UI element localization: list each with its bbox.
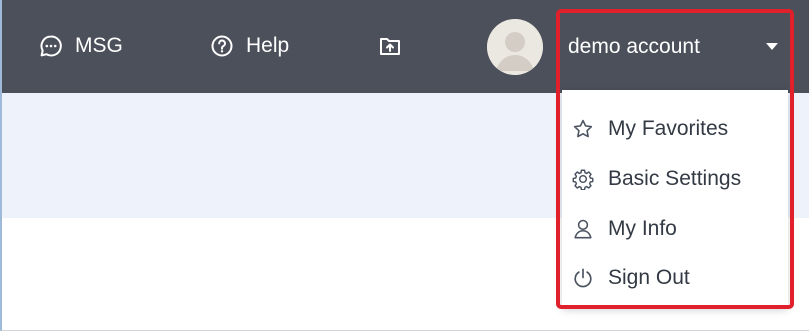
account-menu-toggle[interactable]: demo account: [559, 12, 792, 81]
menu-item-label: Basic Settings: [608, 167, 742, 190]
chat-bubble-icon: [39, 34, 63, 58]
menu-item-basic-settings[interactable]: Basic Settings: [572, 161, 782, 197]
messages-label: MSG: [75, 34, 123, 57]
user-icon: [572, 218, 594, 240]
account-dropdown-menu: My Favorites Basic Settings My Info Sign…: [562, 90, 788, 308]
menu-item-label: My Favorites: [608, 117, 729, 140]
upload-button[interactable]: [378, 28, 402, 64]
help-label: Help: [246, 34, 290, 57]
help-button[interactable]: Help: [210, 28, 289, 64]
app-frame: MSG Help demo account My Favorites Basic…: [0, 0, 809, 331]
menu-item-my-favorites[interactable]: My Favorites: [572, 111, 782, 147]
account-name: demo account: [568, 34, 700, 58]
star-icon: [572, 118, 594, 140]
menu-item-label: My Info: [608, 217, 677, 240]
avatar[interactable]: [487, 19, 543, 75]
upload-icon: [378, 34, 402, 58]
gear-icon: [572, 168, 594, 190]
menu-item-label: Sign Out: [608, 266, 690, 289]
menu-item-my-info[interactable]: My Info: [572, 211, 782, 247]
power-icon: [572, 267, 594, 289]
caret-down-icon: [766, 43, 778, 50]
help-circle-icon: [210, 34, 234, 58]
menu-item-sign-out[interactable]: Sign Out: [572, 260, 782, 296]
messages-button[interactable]: MSG: [39, 28, 123, 64]
